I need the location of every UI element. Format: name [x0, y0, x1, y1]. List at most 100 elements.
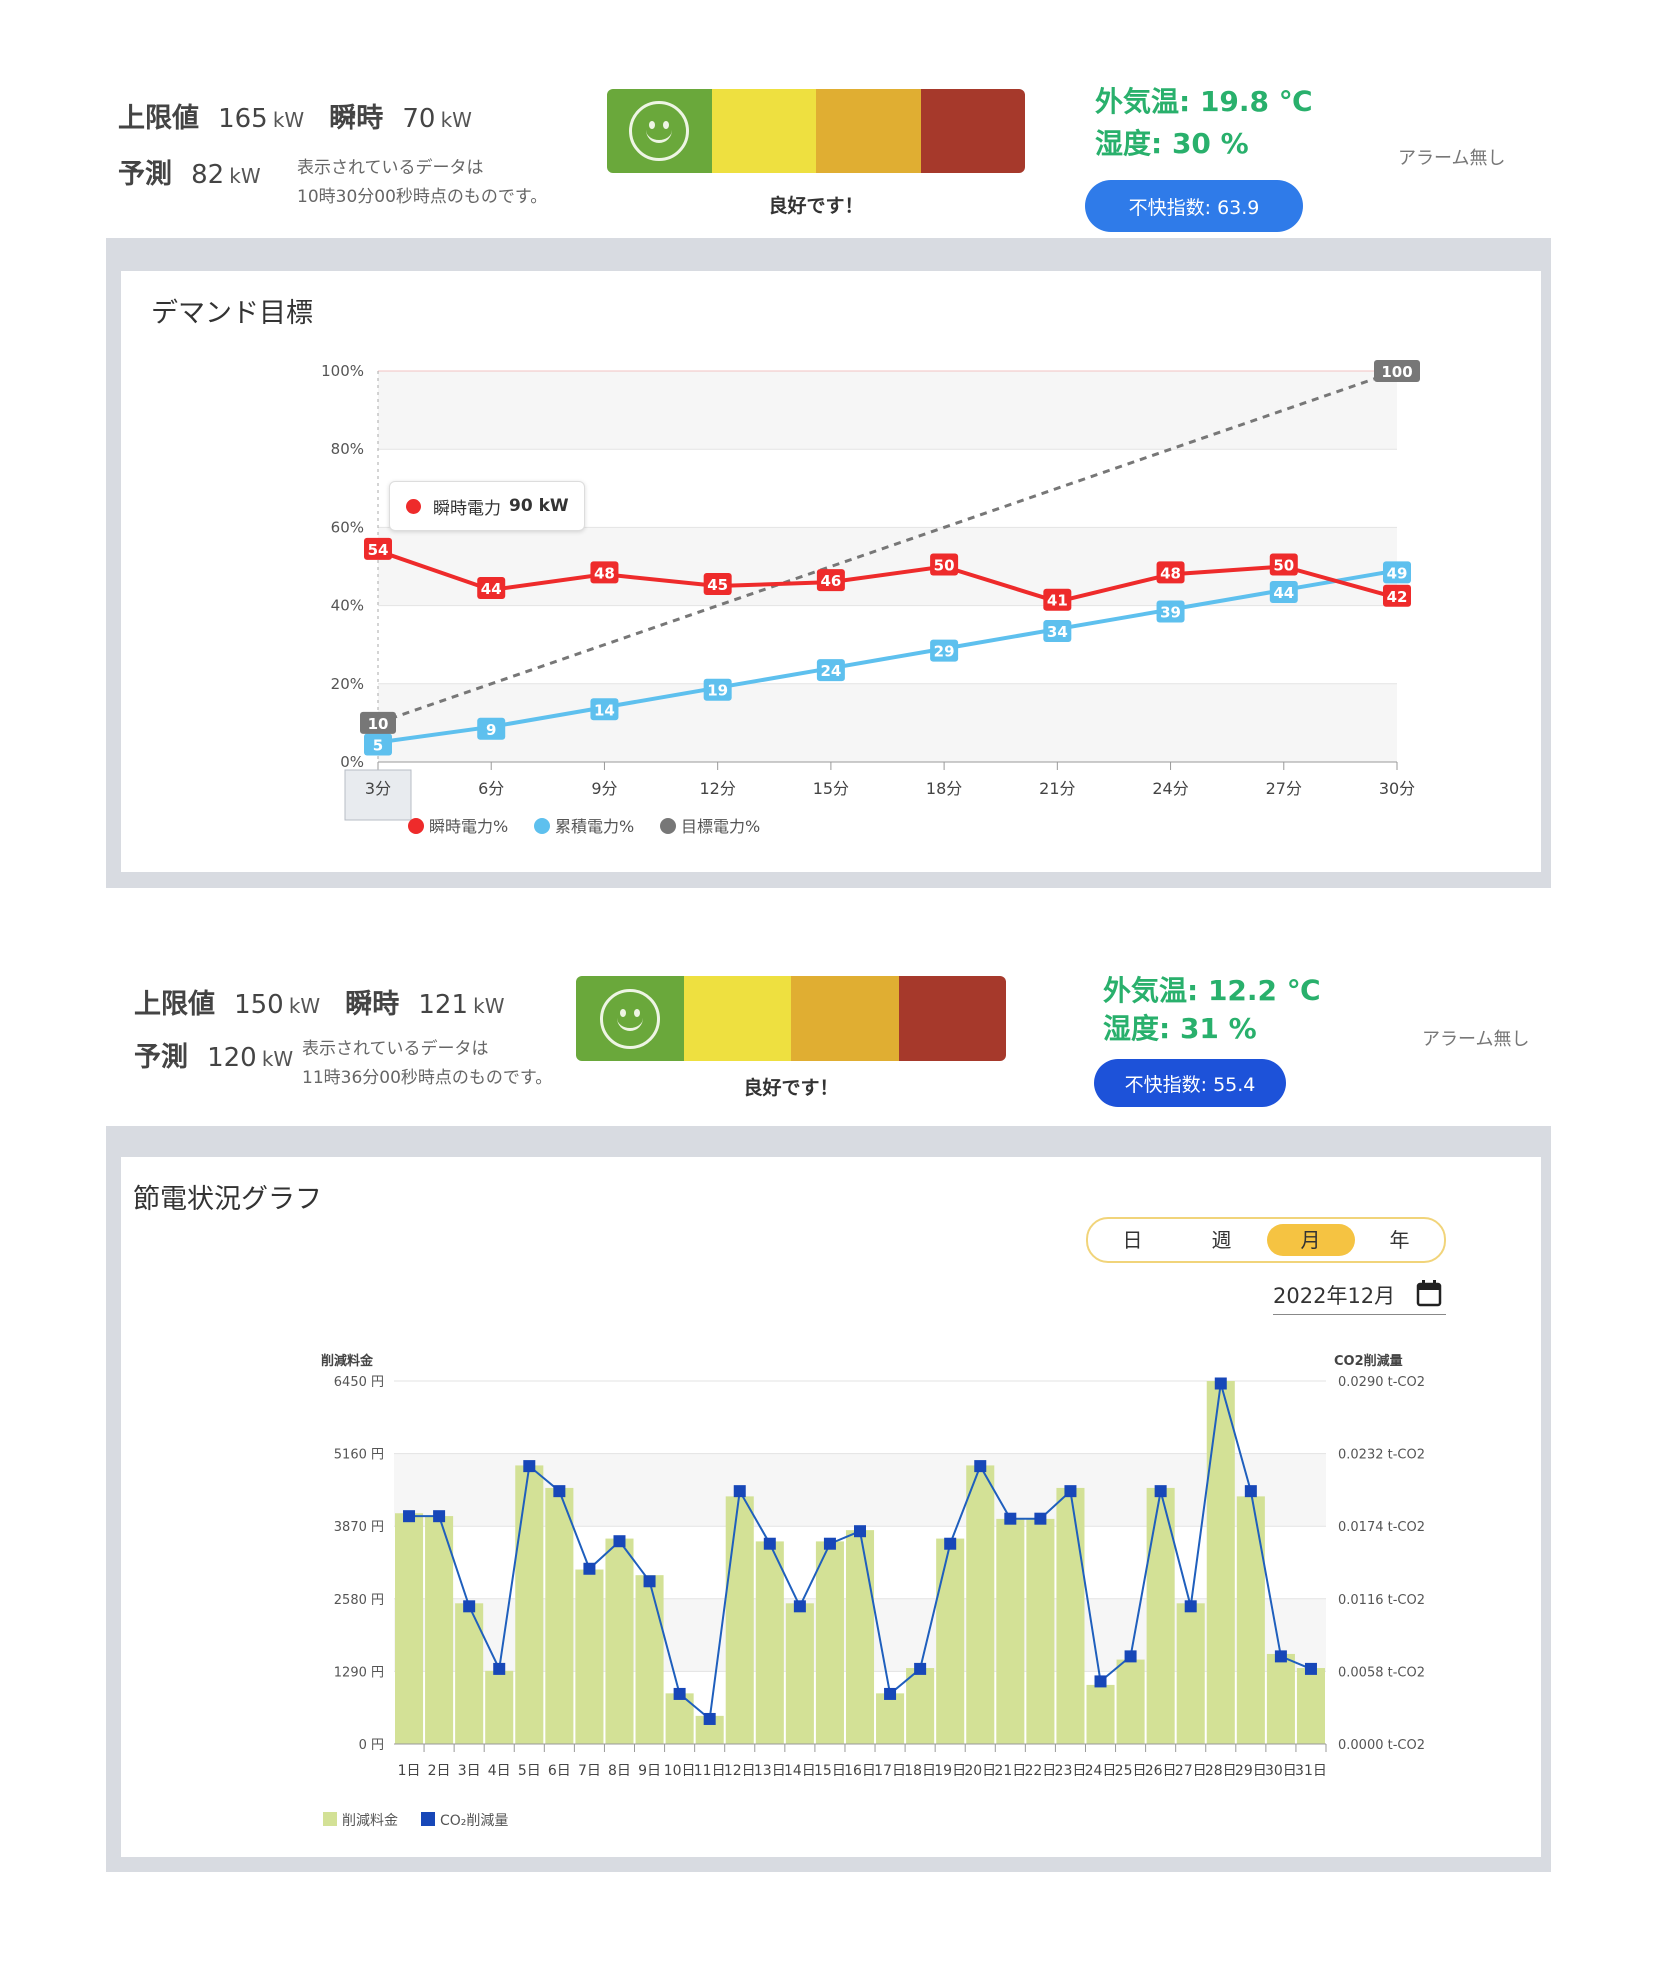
instant-value: 121: [418, 990, 469, 1020]
savings-bar: [996, 1518, 1025, 1744]
savings-panel: 節電状況グラフ 日 週 月 年 2022年12月 0 円 1290 円 2580 円…: [121, 1157, 1541, 1857]
savings-bar: [845, 1530, 875, 1744]
data-timestamp-note-2: 表示されているデータは 11時36分00秒時点のものです。: [302, 1035, 552, 1093]
co2-point-marker: [553, 1485, 566, 1498]
smiley-face-icon: [629, 101, 690, 161]
discomfort-index-button[interactable]: 不快指数: 63.9: [1085, 180, 1303, 232]
limit-unit: kW: [288, 994, 321, 1018]
legend-marker: [534, 818, 550, 834]
x-tick-label: 13日: [754, 1763, 786, 1779]
savings-bar: [966, 1465, 995, 1744]
left-y-tick-label: 2580 円: [334, 1593, 384, 1608]
humidity-2: 湿度: 31 %: [1103, 1012, 1257, 1045]
cumulative-data-label: 24: [820, 662, 841, 680]
legend-label: 目標電力%: [681, 817, 760, 836]
instant-data-label: 50: [934, 557, 955, 575]
savings-bar: [515, 1465, 544, 1744]
co2-point-marker: [1304, 1662, 1317, 1675]
forecast-value: 120: [207, 1043, 257, 1073]
co2-point-marker: [1274, 1650, 1287, 1663]
x-tick-label: 22日: [1024, 1763, 1056, 1779]
x-tick-label: 7日: [578, 1763, 601, 1779]
instant-data-label: 44: [481, 580, 502, 598]
x-tick-label: 21日: [994, 1763, 1026, 1779]
cumulative-data-label: 5: [373, 736, 383, 754]
x-tick-label: 12日: [724, 1763, 756, 1779]
tooltip-dot-icon: [406, 498, 421, 514]
gauge-status-text: 良好です！: [768, 195, 864, 217]
co2-point-marker: [1094, 1675, 1107, 1688]
x-tick-label: 2日: [428, 1763, 451, 1779]
y-tick-label: 40%: [331, 597, 364, 615]
limit-group: 上限値 165 kW 瞬時 70 kW: [118, 96, 472, 135]
gauge-segment-danger: [920, 89, 1025, 173]
savings-bar: [936, 1538, 965, 1744]
legend-label: 累積電力%: [555, 817, 634, 836]
instant-data-label: 50: [1273, 557, 1294, 575]
x-tick-label: 3日: [458, 1763, 481, 1779]
instant-data-label: 54: [368, 541, 389, 559]
right-y-tick-label: 0.0290 t-CO2: [1338, 1375, 1425, 1390]
cumulative-data-label: 34: [1047, 623, 1068, 641]
right-y-tick-label: 0.0000 t-CO2: [1338, 1738, 1425, 1753]
x-tick-label: 31日: [1295, 1763, 1327, 1779]
co2-point-marker: [613, 1535, 626, 1548]
co2-point-marker: [854, 1525, 866, 1538]
savings-bar: [635, 1575, 664, 1744]
savings-bar: [876, 1693, 905, 1744]
instant-label: 瞬時: [329, 103, 384, 134]
instant-data-label: 48: [594, 564, 615, 582]
savings-bar: [1176, 1603, 1205, 1744]
co2-point-marker: [793, 1600, 806, 1613]
right-y-tick-label: 0.0116 t-CO2: [1338, 1593, 1425, 1608]
right-y-tick-label: 0.0232 t-CO2: [1338, 1448, 1425, 1463]
co2-point-marker: [403, 1510, 416, 1523]
left-y-tick-label: 6450 円: [334, 1375, 384, 1390]
x-tick-label: 18分: [926, 779, 962, 798]
x-tick-label: 24分: [1152, 779, 1188, 798]
co2-point-marker: [914, 1662, 927, 1675]
y-tick-label: 20%: [331, 675, 364, 693]
savings-bar: [1236, 1496, 1265, 1744]
grid-band: [378, 683, 1397, 762]
co2-point-marker: [463, 1600, 476, 1613]
tooltip-label: 瞬時電力: [433, 498, 501, 519]
cumulative-data-label: 14: [594, 701, 615, 719]
savings-bar: [1056, 1487, 1085, 1744]
forecast-unit: kW: [229, 164, 261, 188]
legend-label-co2: CO₂削減量: [440, 1812, 508, 1829]
x-tick-label: 4日: [488, 1763, 511, 1779]
note-line-1: 表示されているデータは: [302, 1039, 489, 1059]
savings-bar: [906, 1668, 935, 1744]
gauge-status-text-2: 良好です！: [743, 1077, 839, 1099]
data-timestamp-note: 表示されているデータは 10時30分00秒時点のものです。: [297, 154, 547, 212]
co2-point-marker: [1064, 1485, 1077, 1498]
x-tick-label: 8日: [608, 1763, 631, 1779]
note-line-1: 表示されているデータは: [297, 158, 484, 178]
instant-data-label: 46: [820, 572, 841, 590]
left-y-tick-label: 5160 円: [334, 1448, 384, 1463]
x-tick-label: 25日: [1115, 1763, 1147, 1779]
co2-point-marker: [1034, 1512, 1047, 1525]
co2-point-marker: [673, 1687, 686, 1700]
discomfort-index-button-2[interactable]: 不快指数: 55.4: [1094, 1059, 1286, 1107]
alarm-status: アラーム無し: [1398, 148, 1506, 169]
savings-bar: [1026, 1518, 1055, 1744]
right-y-tick-label: 0.0174 t-CO2: [1338, 1520, 1425, 1535]
instant-data-label: 41: [1047, 592, 1068, 610]
gauge-segment-caution: [711, 89, 816, 173]
limit-value: 165: [218, 104, 268, 134]
savings-bar: [1206, 1381, 1235, 1744]
x-tick-label: 10日: [664, 1763, 696, 1779]
x-tick-label: 19日: [934, 1763, 966, 1779]
cumulative-data-label: 49: [1387, 564, 1408, 582]
co2-point-marker: [1214, 1377, 1227, 1390]
savings-bar: [725, 1496, 754, 1744]
gauge-segment-good: [607, 89, 712, 173]
chart-tooltip: 瞬時電力 90 kW: [389, 481, 585, 531]
tooltip-value: 90 kW: [509, 496, 569, 516]
x-tick-label: 16日: [844, 1763, 876, 1779]
savings-bar: [575, 1569, 604, 1744]
legend-marker: [408, 818, 424, 834]
cumulative-data-label: 44: [1273, 584, 1294, 602]
